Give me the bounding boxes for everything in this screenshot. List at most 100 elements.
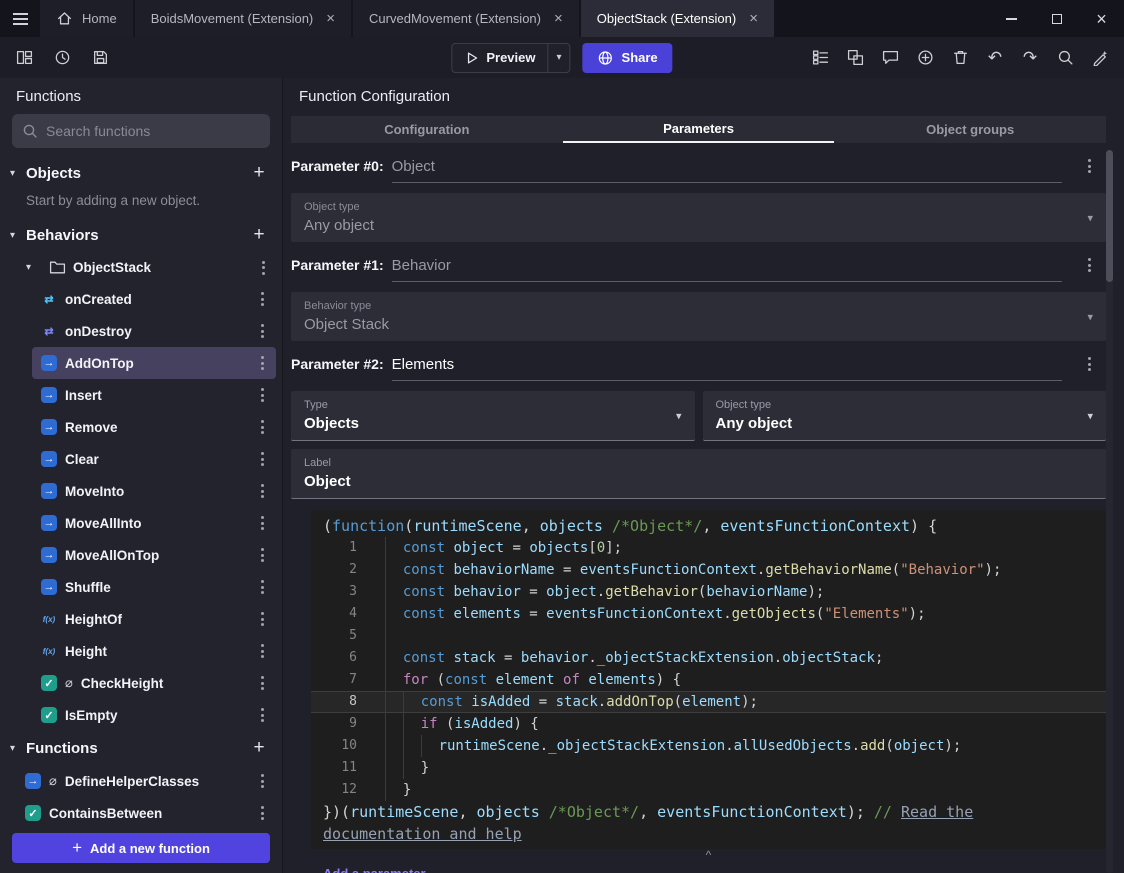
parameter-name-input[interactable]: Behavior [391, 257, 1062, 282]
label-field[interactable]: Label Object [291, 449, 1106, 499]
search-input[interactable] [46, 123, 260, 139]
redo-icon[interactable]: ↷ [1018, 46, 1042, 70]
sidebar-item-heightof[interactable]: f(x) HeightOf [32, 603, 276, 635]
add-icon[interactable]: + [248, 224, 270, 246]
sidebar-item-definehelperclasses[interactable]: → ⌀ DefineHelperClasses [16, 765, 276, 797]
sidebar-item-moveinto[interactable]: → MoveInto [32, 475, 276, 507]
item-menu-icon[interactable] [253, 321, 271, 341]
tab-objectstack-extension-[interactable]: ObjectStack (Extension) × [580, 0, 774, 37]
undo-icon[interactable]: ↶ [983, 46, 1007, 70]
main-scrollbar[interactable] [1106, 150, 1113, 873]
item-menu-icon[interactable] [253, 705, 271, 725]
sidebar-item-ondestroy[interactable]: ⇄ onDestroy [32, 315, 276, 347]
minimize-button[interactable] [989, 0, 1034, 37]
sidebar-item-moveallontop[interactable]: → MoveAllOnTop [32, 539, 276, 571]
code-line[interactable]: 4 const elements = eventsFunctionContext… [311, 603, 1106, 625]
layout-panels-icon[interactable] [12, 46, 36, 70]
item-menu-icon[interactable] [253, 417, 271, 437]
code-line[interactable]: })(runtimeScene, objects /*Object*/, eve… [311, 801, 1106, 823]
tab-parameters[interactable]: Parameters [562, 116, 835, 143]
item-menu-icon[interactable] [253, 449, 271, 469]
code-line[interactable]: 12 } [311, 779, 1106, 801]
save-icon[interactable] [88, 46, 112, 70]
code-line[interactable]: 7 for (const element of elements) { [311, 669, 1106, 691]
sidebar-item-shuffle[interactable]: → Shuffle [32, 571, 276, 603]
sidebar-item-isempty[interactable]: ✓ IsEmpty [32, 699, 276, 731]
item-menu-icon[interactable] [253, 385, 271, 405]
object-type-select[interactable]: Object type Any object ▾ [702, 391, 1106, 441]
main-menu-icon[interactable] [0, 0, 40, 37]
parameter-menu-icon[interactable] [1080, 354, 1098, 374]
sidebar-item-clear[interactable]: → Clear [32, 443, 276, 475]
close-tab-icon[interactable]: × [326, 10, 335, 27]
parameter-name-input[interactable]: Elements [391, 356, 1062, 381]
item-menu-icon[interactable] [253, 803, 271, 823]
tab-boidsmovement-extension-[interactable]: BoidsMovement (Extension) × [134, 0, 352, 37]
comment-icon[interactable] [878, 46, 902, 70]
parameter-name-input[interactable]: Object [391, 158, 1062, 183]
code-line[interactable]: 5 [311, 625, 1106, 647]
scrollbar-thumb[interactable] [1106, 150, 1113, 282]
code-line[interactable]: 9 if (isAdded) { [311, 713, 1106, 735]
code-line[interactable]: 3 const behavior = object.getBehavior(be… [311, 581, 1106, 603]
sidebar-item-oncreated[interactable]: ⇄ onCreated [32, 283, 276, 315]
item-menu-icon[interactable] [253, 289, 271, 309]
code-line[interactable]: documentation and help [311, 823, 1106, 845]
tab-home[interactable]: Home [40, 0, 133, 37]
maximize-button[interactable] [1034, 0, 1079, 37]
add-object-icon[interactable] [913, 46, 937, 70]
parameter-menu-icon[interactable] [1080, 255, 1098, 275]
code-line[interactable]: 11 } [311, 757, 1106, 779]
add-function-button[interactable]: + Add a new function [12, 833, 270, 863]
history-icon[interactable] [50, 46, 74, 70]
object-groups-icon[interactable] [843, 46, 867, 70]
tab-configuration[interactable]: Configuration [291, 116, 563, 143]
close-tab-icon[interactable]: × [554, 10, 563, 27]
code-line[interactable]: 6 const stack = behavior._objectStackExt… [311, 647, 1106, 669]
item-menu-icon[interactable] [253, 771, 271, 791]
close-button[interactable]: × [1079, 0, 1124, 37]
preview-button[interactable]: Preview ▾ [451, 42, 571, 73]
add-parameter-button[interactable]: Add a parameter [323, 866, 426, 873]
code-line[interactable]: 8 const isAdded = stack.addOnTop(element… [311, 691, 1106, 713]
parameter-menu-icon[interactable] [1080, 156, 1098, 176]
item-menu-icon[interactable] [253, 545, 271, 565]
trash-icon[interactable] [948, 46, 972, 70]
chevron-down-icon[interactable]: ▾ [548, 52, 569, 63]
editor-expand-icon[interactable]: ^ [311, 849, 1106, 863]
search-icon[interactable] [1053, 46, 1077, 70]
code-line[interactable]: 1 const object = objects[0]; [311, 537, 1106, 559]
type-select[interactable]: Type Objects ▾ [291, 391, 695, 441]
sidebar-item-addontop[interactable]: → AddOnTop [32, 347, 276, 379]
sidebar-item-insert[interactable]: → Insert [32, 379, 276, 411]
section-objects[interactable]: ▾ Objects + [0, 156, 282, 190]
sidebar-group-objectstack[interactable]: ▾ ObjectStack [0, 252, 282, 283]
add-icon[interactable]: + [248, 737, 270, 759]
item-menu-icon[interactable] [253, 641, 271, 661]
item-menu-icon[interactable] [254, 258, 272, 278]
item-menu-icon[interactable] [253, 609, 271, 629]
section-behaviors[interactable]: ▾ Behaviors + [0, 218, 282, 252]
section-functions[interactable]: ▾ Functions + [0, 731, 282, 765]
sidebar-item-moveallinto[interactable]: → MoveAllInto [32, 507, 276, 539]
item-menu-icon[interactable] [253, 577, 271, 597]
sidebar-item-height[interactable]: f(x) Height [32, 635, 276, 667]
code-line[interactable]: (function(runtimeScene, objects /*Object… [311, 515, 1106, 537]
code-line[interactable]: 10 runtimeScene._objectStackExtension.al… [311, 735, 1106, 757]
code-editor[interactable]: (function(runtimeScene, objects /*Object… [311, 510, 1106, 849]
sidebar-item-checkheight[interactable]: ✓ ⌀ CheckHeight [32, 667, 276, 699]
item-menu-icon[interactable] [253, 673, 271, 693]
instances-list-icon[interactable] [808, 46, 832, 70]
code-line[interactable]: 2 const behaviorName = eventsFunctionCon… [311, 559, 1106, 581]
close-tab-icon[interactable]: × [749, 10, 758, 27]
item-menu-icon[interactable] [253, 481, 271, 501]
sidebar-item-containsbetween[interactable]: ✓ ContainsBetween [16, 797, 276, 825]
object-type-select[interactable]: Object type Any object ▾ [291, 193, 1106, 242]
behavior-type-select[interactable]: Behavior type Object Stack ▾ [291, 292, 1106, 341]
tab-curvedmovement-extension-[interactable]: CurvedMovement (Extension) × [353, 0, 579, 37]
ai-icon[interactable] [1088, 46, 1112, 70]
tab-object-groups[interactable]: Object groups [834, 116, 1106, 143]
add-icon[interactable]: + [248, 162, 270, 184]
item-menu-icon[interactable] [253, 513, 271, 533]
item-menu-icon[interactable] [253, 353, 271, 373]
